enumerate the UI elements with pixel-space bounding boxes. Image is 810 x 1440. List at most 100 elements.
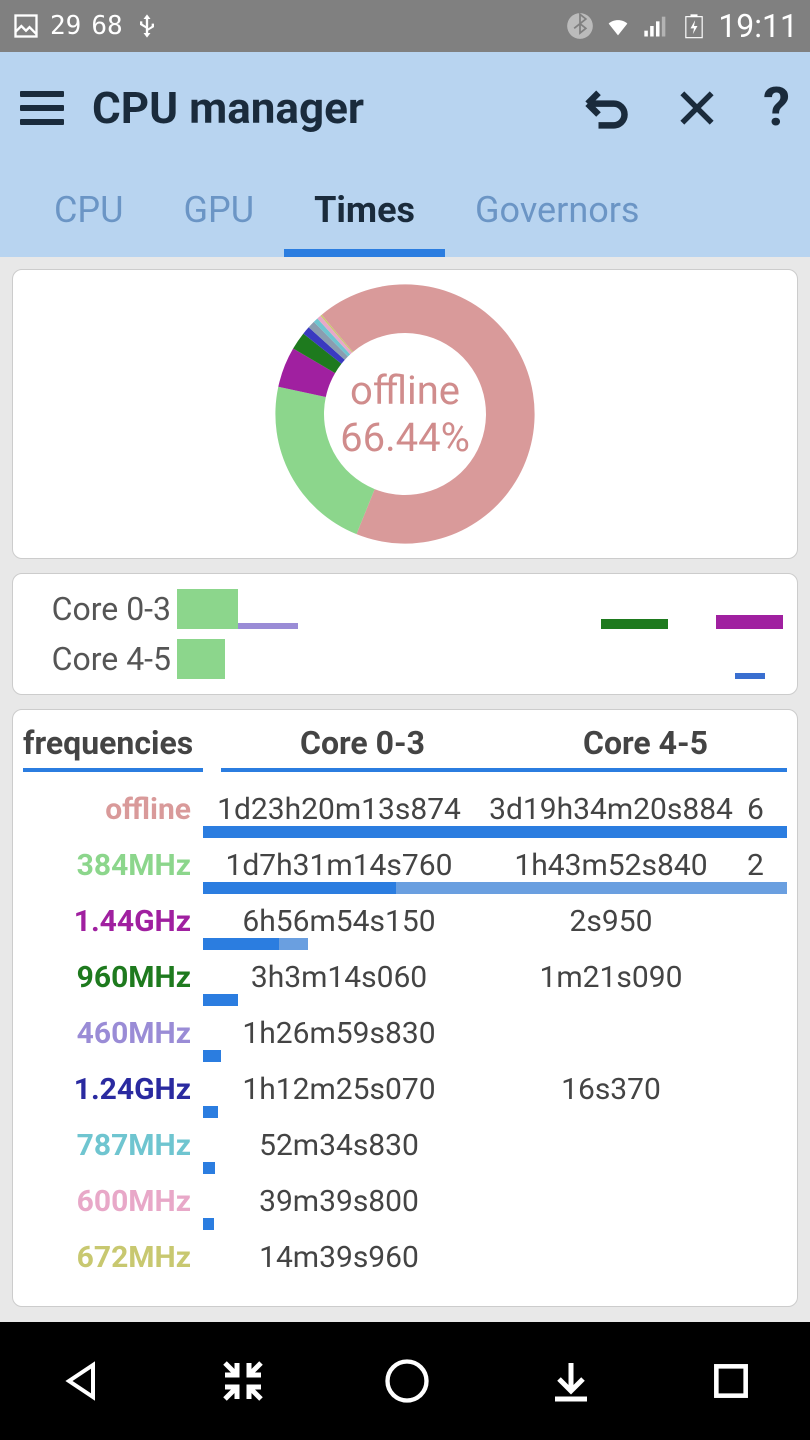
bluetooth-icon: [566, 12, 594, 40]
row-bar: [203, 1162, 787, 1174]
data-cells: 1h26m59s830: [203, 1012, 787, 1068]
data-cells: 14m39s960: [203, 1236, 787, 1292]
battery-charging-icon: [680, 12, 708, 40]
table-row[interactable]: 787MHz52m34s830: [23, 1124, 787, 1180]
row-bar-segment: [203, 1218, 214, 1230]
donut-label-name: offline: [340, 367, 470, 414]
data-cells: 1h12m25s07016s370: [203, 1068, 787, 1124]
data-cells: 6h56m54s1502s950: [203, 900, 787, 956]
row-bar-segment: [203, 882, 396, 894]
row-bar: [203, 1050, 787, 1062]
core-bar-segment: [177, 589, 238, 629]
data-cells: 1d7h31m14s7601h43m52s8402: [203, 844, 787, 900]
row-bar: [203, 826, 787, 838]
signal-icon: [642, 12, 670, 40]
row-bar-segment: [279, 938, 308, 950]
row-bar-segment: [203, 994, 238, 1006]
frequency-label: 1.44GHz: [23, 900, 203, 939]
frequency-table-card: frequencies Core 0-3 Core 4-5 offline1d2…: [12, 709, 798, 1307]
tab-times[interactable]: Times: [284, 175, 445, 257]
status-right: 19:11: [566, 7, 798, 45]
table-row[interactable]: 672MHz14m39s960: [23, 1236, 787, 1292]
status-temp1: 29: [50, 11, 81, 41]
donut-center-label: offline 66.44%: [340, 367, 470, 461]
frequency-label: 960MHz: [23, 956, 203, 995]
data-cells: 39m39s800: [203, 1180, 787, 1236]
core-bar-track: [177, 639, 783, 679]
core-bar-label: Core 0-3: [27, 590, 177, 628]
donut-chart: offline 66.44%: [270, 279, 540, 549]
frequency-label: 460MHz: [23, 1012, 203, 1051]
core-bar-segment: [238, 623, 299, 629]
core-bar-row: Core 4-5: [27, 634, 783, 684]
frequency-label: 1.24GHz: [23, 1068, 203, 1107]
row-bar: [203, 938, 787, 950]
tab-row: CPUGPUTimesGovernors: [20, 175, 790, 257]
table-row[interactable]: 1.44GHz6h56m54s1502s950: [23, 900, 787, 956]
status-temp2: 68: [91, 11, 122, 41]
menu-icon[interactable]: [20, 91, 64, 125]
frequency-label: 787MHz: [23, 1124, 203, 1163]
core-bar-segment: [716, 615, 783, 629]
status-time: 19:11: [718, 7, 798, 45]
core-bar-track: [177, 589, 783, 629]
table-header-core45[interactable]: Core 4-5: [504, 724, 787, 762]
cell-core03: 14m39s960: [203, 1236, 475, 1292]
donut-label-value: 66.44%: [340, 414, 470, 461]
table-row[interactable]: 1.24GHz1h12m25s07016s370: [23, 1068, 787, 1124]
home-icon[interactable]: [381, 1355, 433, 1407]
navigation-bar: [0, 1322, 810, 1440]
row-bar: [203, 1106, 787, 1118]
image-icon: [12, 12, 40, 40]
table-row[interactable]: 384MHz1d7h31m14s7601h43m52s8402: [23, 844, 787, 900]
core-bar-segment: [177, 639, 225, 679]
status-left: 29 68: [12, 11, 161, 41]
row-bar: [203, 882, 787, 894]
row-bar-segment: [396, 882, 787, 894]
tab-gpu[interactable]: GPU: [154, 175, 285, 257]
frequency-label: offline: [23, 788, 203, 827]
row-bar-segment: [203, 1162, 215, 1174]
core-bar-row: Core 0-3: [27, 584, 783, 634]
help-icon[interactable]: ?: [763, 76, 790, 139]
tab-cpu[interactable]: CPU: [24, 175, 154, 257]
row-bar: [203, 1218, 787, 1230]
row-bar-segment: [203, 1106, 218, 1118]
table-header: frequencies Core 0-3 Core 4-5: [23, 724, 787, 772]
row-bar-segment: [203, 938, 279, 950]
core-bar-label: Core 4-5: [27, 640, 177, 678]
core-bar-segment: [735, 673, 765, 679]
core-bars-card: Core 0-3 Core 4-5: [12, 573, 798, 695]
row-bar-segment: [203, 826, 787, 838]
usb-icon: [133, 12, 161, 40]
close-icon[interactable]: [675, 86, 719, 130]
undo-icon[interactable]: [579, 82, 631, 134]
status-bar: 29 68 19:11: [0, 0, 810, 52]
cell-core45: [475, 1236, 747, 1292]
row-bar: [203, 994, 787, 1006]
table-header-frequencies[interactable]: frequencies: [23, 724, 203, 772]
row-bar-segment: [203, 1050, 221, 1062]
download-icon[interactable]: [547, 1357, 595, 1405]
wifi-icon: [604, 12, 632, 40]
core-bar-segment: [601, 619, 668, 629]
tab-governors[interactable]: Governors: [445, 175, 669, 257]
table-row[interactable]: 960MHz3h3m14s0601m21s090: [23, 956, 787, 1012]
data-cells: 3h3m14s0601m21s090: [203, 956, 787, 1012]
app-header: CPU manager ? CPUGPUTimesGovernors: [0, 52, 810, 257]
table-row[interactable]: 460MHz1h26m59s830: [23, 1012, 787, 1068]
back-icon[interactable]: [57, 1357, 105, 1405]
frequency-label: 672MHz: [23, 1236, 203, 1275]
donut-chart-card: offline 66.44%: [12, 269, 798, 559]
data-cells: 52m34s830: [203, 1124, 787, 1180]
data-cells: 1d23h20m13s8743d19h34m20s8846: [203, 788, 787, 844]
frequency-label: 384MHz: [23, 844, 203, 883]
table-row[interactable]: 600MHz39m39s800: [23, 1180, 787, 1236]
app-title: CPU manager: [92, 82, 364, 134]
frequency-label: 600MHz: [23, 1180, 203, 1219]
cell-extra: [747, 1236, 787, 1292]
table-header-core03[interactable]: Core 0-3: [221, 724, 504, 762]
collapse-icon[interactable]: [219, 1357, 267, 1405]
table-row[interactable]: offline1d23h20m13s8743d19h34m20s8846: [23, 788, 787, 844]
recent-icon[interactable]: [709, 1359, 753, 1403]
